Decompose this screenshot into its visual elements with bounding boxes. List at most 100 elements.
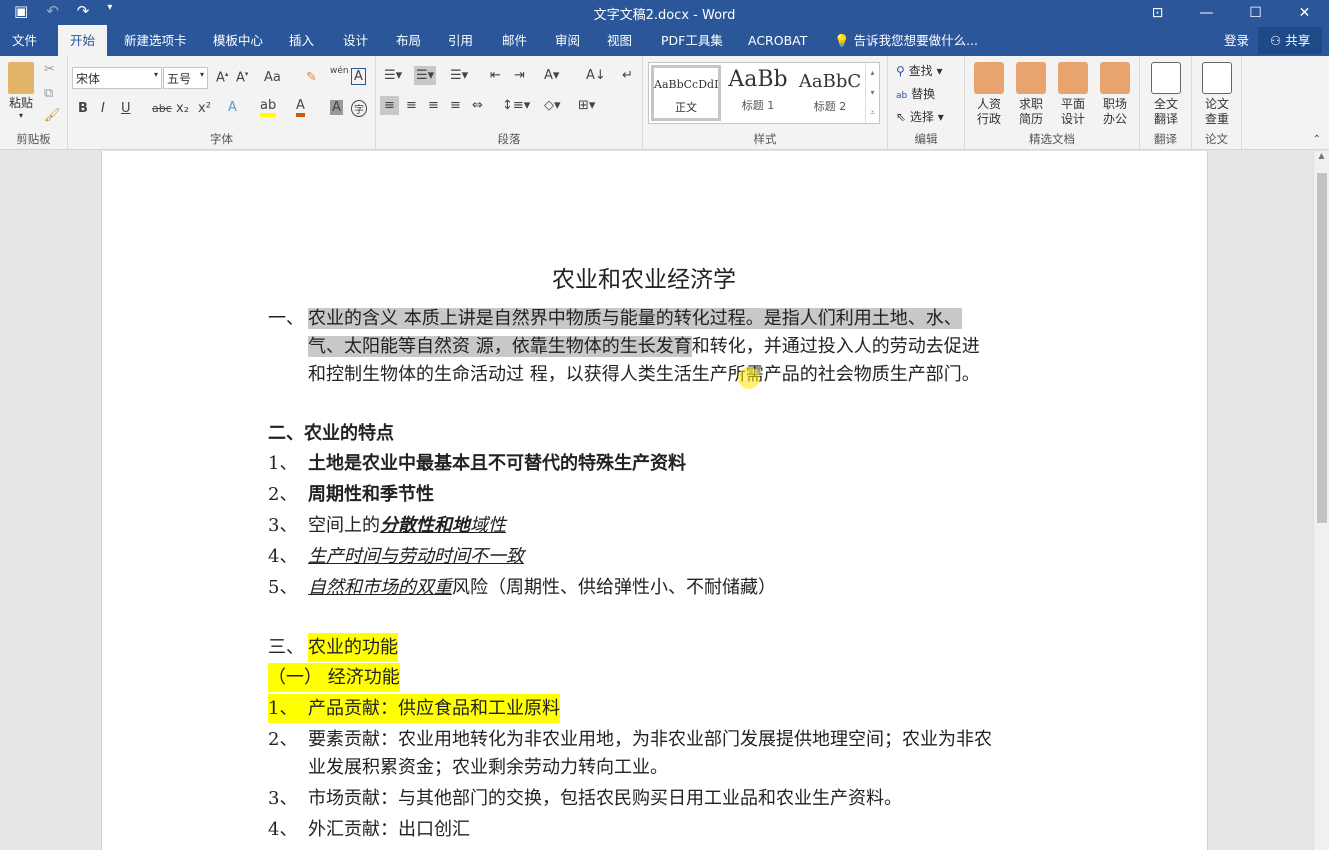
- font-name-select[interactable]: 宋体▾: [72, 67, 162, 89]
- maximize-icon[interactable]: ☐: [1231, 0, 1280, 25]
- hr-admin-button[interactable]: 人资 行政: [969, 62, 1009, 127]
- group-label-styles: 样式: [643, 131, 887, 147]
- full-translate-button[interactable]: 全文 翻译: [1146, 62, 1186, 127]
- decrease-indent-icon[interactable]: ⇤: [490, 68, 501, 83]
- tab-layout[interactable]: 布局: [384, 25, 433, 56]
- align-right-icon[interactable]: ≡: [428, 98, 439, 113]
- tab-mailings[interactable]: 邮件: [490, 25, 539, 56]
- paragraph-line: 农业的含义 本质上讲是自然界中物质与能量的转化过程。是指人们利用土地、水、: [308, 304, 962, 333]
- increase-indent-icon[interactable]: ⇥: [514, 68, 525, 83]
- tab-acrobat[interactable]: ACROBAT: [736, 25, 819, 56]
- font-size-select[interactable]: 五号▾: [163, 67, 208, 89]
- highlight-color-icon[interactable]: ab: [260, 98, 276, 117]
- graphic-design-button[interactable]: 平面 设计: [1053, 62, 1093, 127]
- section-heading: 二、农业的特点: [268, 419, 394, 448]
- clipboard-icon: [8, 62, 34, 94]
- grow-font-icon[interactable]: A▴: [216, 70, 228, 85]
- style-name: 正文: [654, 99, 718, 115]
- format-painter-icon[interactable]: 🖌: [44, 108, 61, 123]
- list-number: 1、: [268, 694, 308, 723]
- tab-view[interactable]: 视图: [595, 25, 644, 56]
- align-center-icon[interactable]: ≡: [406, 98, 417, 113]
- vertical-scrollbar[interactable]: ▲: [1313, 151, 1329, 850]
- list-item: 空间上的分散性和地域性: [308, 511, 506, 540]
- style-heading-2[interactable]: AaBbC 标题 2: [795, 65, 865, 121]
- tab-insert[interactable]: 插入: [277, 25, 326, 56]
- group-label-clipboard: 剪贴板: [0, 131, 67, 147]
- tell-me-text: 告诉我您想要做什么...: [854, 33, 978, 48]
- style-normal[interactable]: AaBbCcDdI 正文: [651, 65, 721, 121]
- enclose-characters-icon[interactable]: 字: [351, 100, 367, 117]
- borders-icon[interactable]: ⊞▾: [578, 98, 595, 113]
- multilevel-list-icon[interactable]: ☰▾: [450, 68, 468, 83]
- pointer-icon: ⇖: [896, 110, 906, 124]
- justify-icon[interactable]: ≡: [450, 98, 461, 113]
- phonetic-guide-button[interactable]: wén: [330, 66, 349, 76]
- text-effects-icon[interactable]: A: [228, 100, 237, 115]
- underline-button[interactable]: U: [121, 101, 131, 116]
- ribbon: 粘贴 ▾ ✂ ⧉ 🖌 剪贴板 宋体▾ 五号▾ A▴ A▾ Aa ✎ wén A …: [0, 56, 1329, 150]
- close-icon[interactable]: ✕: [1280, 0, 1329, 25]
- style-heading-1[interactable]: AaBb 标题 1: [723, 65, 793, 121]
- shading-icon[interactable]: ◇▾: [544, 98, 561, 113]
- distributed-icon[interactable]: ⇔: [472, 98, 483, 113]
- style-name: 标题 1: [723, 97, 793, 113]
- styles-scroll[interactable]: ▴▾⩡: [865, 63, 879, 123]
- font-color-icon[interactable]: A: [296, 98, 305, 117]
- minimize-icon[interactable]: —: [1182, 0, 1231, 25]
- tab-template-center[interactable]: 模板中心: [201, 25, 275, 56]
- share-button[interactable]: ⚇ 共享: [1258, 27, 1322, 54]
- group-paragraph: ☰▾ ☰▾ ☰▾ ⇤ ⇥ A▾ A↓ ↵ ≡ ≡ ≡ ≡ ⇔ ↕≡▾ ◇▾ ⊞▾…: [376, 56, 643, 150]
- replace-button[interactable]: ab 替换: [896, 85, 935, 102]
- paste-button[interactable]: 粘贴 ▾: [6, 62, 36, 120]
- tab-pdf-tools[interactable]: PDF工具集: [649, 25, 735, 56]
- superscript-button[interactable]: x²: [198, 101, 211, 116]
- tab-references[interactable]: 引用: [436, 25, 485, 56]
- asian-layout-icon[interactable]: A▾: [544, 68, 559, 83]
- paper-check-button[interactable]: 论文 查重: [1197, 62, 1237, 127]
- group-label-featured-docs: 精选文档: [965, 131, 1139, 147]
- clear-formatting-icon[interactable]: ✎: [306, 70, 317, 85]
- ribbon-display-options-icon[interactable]: ⊡: [1133, 0, 1182, 25]
- select-button[interactable]: ⇖ 选择 ▾: [896, 108, 944, 125]
- sort-icon[interactable]: A↓: [586, 68, 606, 83]
- shrink-font-icon[interactable]: A▾: [236, 70, 248, 85]
- numbering-icon[interactable]: ☰▾: [414, 66, 436, 85]
- sign-in-link[interactable]: 登录: [1212, 25, 1261, 56]
- tell-me-search[interactable]: 💡 告诉我您想要做什么...: [822, 25, 990, 56]
- bullets-icon[interactable]: ☰▾: [384, 68, 402, 83]
- tab-file[interactable]: 文件: [0, 25, 49, 56]
- character-shading-icon[interactable]: A: [330, 100, 343, 115]
- tab-review[interactable]: 审阅: [543, 25, 592, 56]
- document-title: 农业和农业经济学: [552, 265, 736, 295]
- find-button[interactable]: ⚲ 查找 ▾: [896, 62, 942, 79]
- align-left-icon[interactable]: ≡: [380, 96, 399, 115]
- tab-home[interactable]: 开始: [58, 25, 107, 56]
- resume-label: 求职 简历: [1019, 97, 1043, 126]
- group-label-translate: 翻译: [1140, 131, 1191, 147]
- scrollbar-thumb[interactable]: [1317, 173, 1327, 523]
- office-button[interactable]: 职场 办公: [1095, 62, 1135, 127]
- paste-label: 粘贴: [6, 94, 36, 111]
- show-marks-icon[interactable]: ↵: [622, 68, 633, 83]
- character-border-icon[interactable]: A: [351, 68, 366, 85]
- hr-doc-icon: [974, 62, 1004, 94]
- list-number: 3、: [268, 511, 297, 540]
- subscript-button[interactable]: x₂: [176, 101, 189, 116]
- selected-text: 气、太阳能等自然资 源，依靠生物体的生长发育: [308, 336, 692, 357]
- tab-design[interactable]: 设计: [331, 25, 380, 56]
- change-case-button[interactable]: Aa: [264, 70, 281, 85]
- list-item: 外汇贡献：出口创汇: [308, 815, 470, 844]
- collapse-ribbon-icon[interactable]: ⌃: [1313, 134, 1321, 145]
- scroll-up-icon[interactable]: ▲: [1314, 151, 1329, 160]
- italic-button[interactable]: I: [101, 101, 105, 116]
- list-number: 4、: [268, 542, 297, 571]
- text: 分散性和地: [380, 515, 470, 536]
- bold-button[interactable]: B: [78, 101, 88, 116]
- strikethrough-button[interactable]: abc: [152, 102, 172, 115]
- tab-new-tab[interactable]: 新建选项卡: [112, 25, 199, 56]
- line-spacing-icon[interactable]: ↕≡▾: [502, 98, 530, 113]
- copy-icon[interactable]: ⧉: [44, 86, 53, 101]
- cut-icon[interactable]: ✂: [44, 62, 55, 77]
- resume-button[interactable]: 求职 简历: [1011, 62, 1051, 127]
